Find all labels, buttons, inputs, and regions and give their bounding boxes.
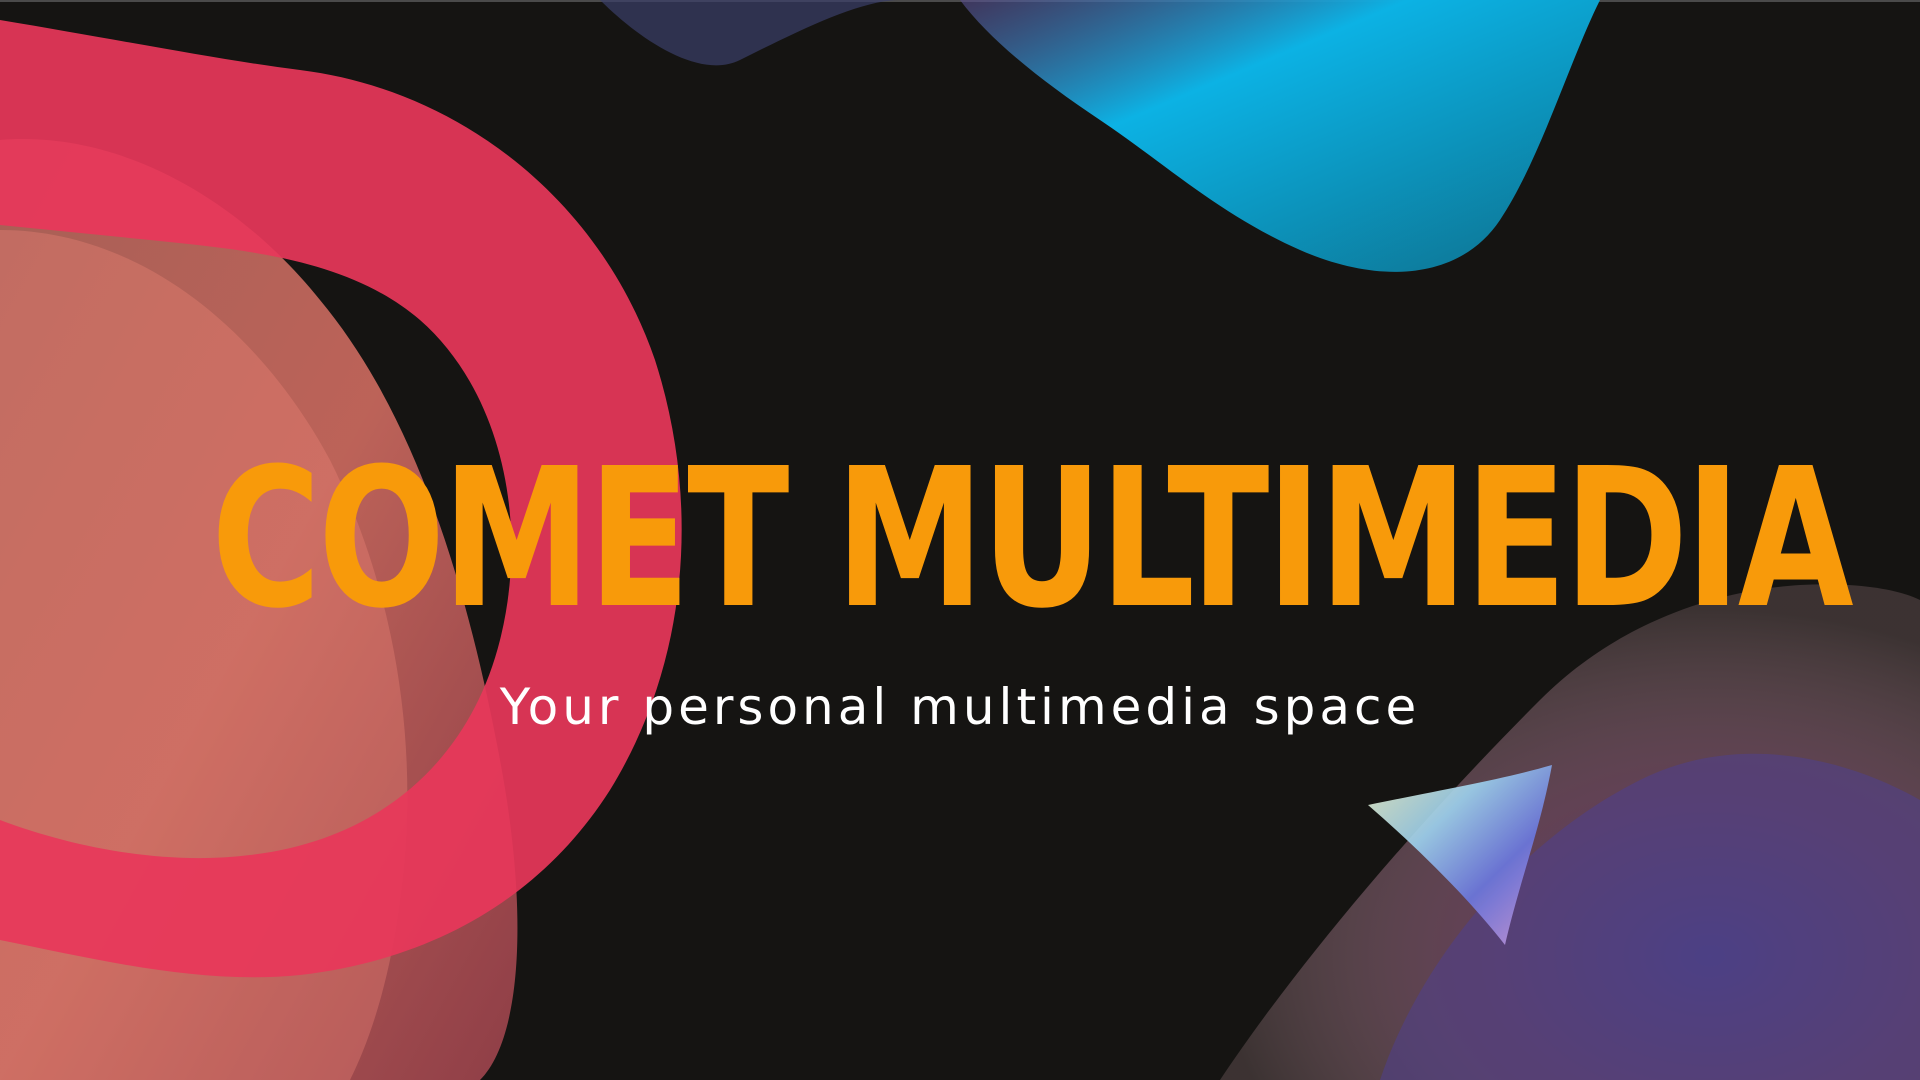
iridescent-wave-shape: [1220, 584, 1920, 1080]
cyan-blob-shape: [600, 0, 1600, 272]
slide-canvas: COMET MULTIMEDIA Your personal multimedi…: [0, 0, 1920, 1080]
slide-subtitle: Your personal multimedia space: [499, 678, 1421, 736]
slide-title: COMET MULTIMEDIA: [211, 428, 1853, 651]
